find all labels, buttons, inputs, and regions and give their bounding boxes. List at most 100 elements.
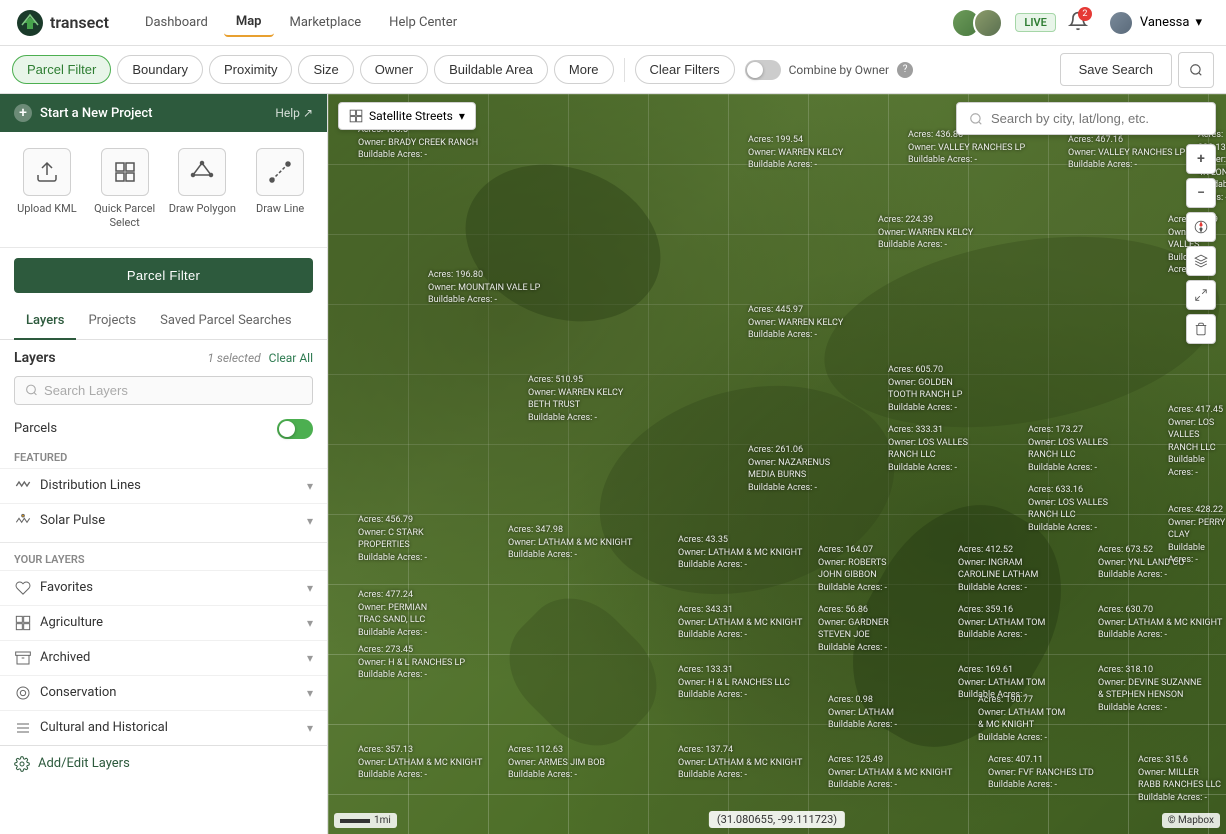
archived-label: Archived bbox=[40, 650, 90, 665]
layer-item-left: Distribution Lines bbox=[14, 477, 141, 495]
zoom-in-button[interactable]: + bbox=[1186, 144, 1216, 174]
draw-line-label: Draw Line bbox=[256, 202, 304, 216]
distribution-lines-icon bbox=[14, 477, 32, 495]
combine-by-owner-label: Combine by Owner bbox=[789, 63, 889, 77]
nav-dashboard[interactable]: Dashboard bbox=[133, 9, 220, 36]
upload-kml-icon bbox=[23, 148, 71, 196]
combine-by-owner-toggle[interactable] bbox=[745, 60, 781, 80]
map-background: Acres: 100.5Owner: BRADY CREEK RANCHBuil… bbox=[328, 94, 1226, 834]
live-badge: LIVE bbox=[1015, 13, 1055, 32]
help-button[interactable]: Help ↗ bbox=[275, 106, 313, 120]
zoom-out-button[interactable]: − bbox=[1186, 178, 1216, 208]
more-filter-button[interactable]: More bbox=[554, 55, 614, 84]
layer-item-left: Agriculture bbox=[14, 614, 103, 632]
add-edit-layers-button[interactable]: Add/Edit Layers bbox=[0, 745, 327, 782]
compass-button[interactable] bbox=[1186, 212, 1216, 242]
layers-button[interactable] bbox=[1186, 246, 1216, 276]
layers-search-box[interactable] bbox=[14, 376, 313, 405]
layer-item-distribution-lines[interactable]: Distribution Lines ▾ bbox=[0, 468, 327, 503]
layer-selector-label: Satellite Streets bbox=[369, 109, 453, 123]
tab-projects[interactable]: Projects bbox=[76, 303, 148, 340]
size-filter-button[interactable]: Size bbox=[298, 55, 353, 84]
draw-line-icon bbox=[256, 148, 304, 196]
map-area[interactable]: Acres: 100.5Owner: BRADY CREEK RANCHBuil… bbox=[328, 94, 1226, 834]
gear-icon bbox=[14, 756, 30, 772]
draw-polygon-label: Draw Polygon bbox=[169, 202, 236, 216]
nav-marketplace[interactable]: Marketplace bbox=[278, 9, 374, 36]
map-search-container bbox=[956, 102, 1216, 135]
layer-item-left: Cultural and Historical bbox=[14, 719, 168, 737]
nav-right: LIVE 2 Vanessa ▾ bbox=[951, 6, 1210, 40]
new-project-title: + Start a New Project bbox=[14, 104, 152, 122]
favorites-label: Favorites bbox=[40, 580, 93, 595]
filter-separator bbox=[624, 58, 625, 82]
layer-item-archived[interactable]: Archived ▾ bbox=[0, 640, 327, 675]
proximity-filter-button[interactable]: Proximity bbox=[209, 55, 292, 84]
user-name: Vanessa bbox=[1140, 15, 1190, 30]
layer-selector-chevron-icon: ▾ bbox=[459, 109, 465, 123]
quick-parcel-select-icon bbox=[101, 148, 149, 196]
boundary-filter-button[interactable]: Boundary bbox=[117, 55, 203, 84]
layers-header: Layers 1 selected Clear All bbox=[0, 340, 327, 372]
filter-bar: Parcel Filter Boundary Proximity Size Ow… bbox=[0, 46, 1226, 94]
buildable-area-filter-button[interactable]: Buildable Area bbox=[434, 55, 548, 84]
save-search-button[interactable]: Save Search bbox=[1060, 53, 1172, 86]
layers-search-input[interactable] bbox=[44, 383, 302, 398]
agriculture-icon bbox=[14, 614, 32, 632]
upload-kml-item[interactable]: Upload KML bbox=[11, 148, 83, 231]
nav-links: Dashboard Map Marketplace Help Center bbox=[133, 8, 469, 37]
layer-item-solar-pulse[interactable]: Solar Pulse ▾ bbox=[0, 503, 327, 538]
parcel-filter-button[interactable]: Parcel Filter bbox=[12, 55, 111, 84]
parcels-label: Parcels bbox=[14, 421, 57, 436]
map-right-controls: + − bbox=[1186, 144, 1216, 344]
transect-logo-icon bbox=[16, 9, 44, 37]
layer-item-left: Conservation bbox=[14, 684, 116, 702]
featured-section-label: Featured bbox=[0, 445, 327, 468]
archived-icon bbox=[14, 649, 32, 667]
map-search-box[interactable] bbox=[956, 102, 1216, 135]
distribution-lines-label: Distribution Lines bbox=[40, 478, 141, 493]
layers-title: Layers bbox=[14, 350, 56, 366]
scale-bar bbox=[340, 819, 370, 823]
scale-label: 1mi bbox=[374, 815, 391, 826]
bell-button[interactable]: 2 bbox=[1068, 11, 1088, 35]
fullscreen-button[interactable] bbox=[1186, 280, 1216, 310]
trash-button[interactable] bbox=[1186, 314, 1216, 344]
draw-line-item[interactable]: Draw Line bbox=[244, 148, 316, 231]
filter-search-icon-button[interactable] bbox=[1178, 52, 1214, 88]
parcel-filter-main-button[interactable]: Parcel Filter bbox=[14, 258, 313, 293]
layer-item-favorites[interactable]: Favorites ▾ bbox=[0, 570, 327, 605]
layer-item-agriculture[interactable]: Agriculture ▾ bbox=[0, 605, 327, 640]
draw-polygon-item[interactable]: Draw Polygon bbox=[166, 148, 238, 231]
layer-selector[interactable]: Satellite Streets ▾ bbox=[338, 102, 476, 130]
quick-parcel-select-item[interactable]: Quick Parcel Select bbox=[89, 148, 161, 231]
solar-pulse-label: Solar Pulse bbox=[40, 513, 105, 528]
draw-polygon-icon bbox=[178, 148, 226, 196]
avatar-group[interactable] bbox=[951, 8, 1003, 38]
layers-search-icon bbox=[25, 383, 38, 397]
nav-map[interactable]: Map bbox=[224, 8, 274, 37]
distribution-lines-chevron-icon: ▾ bbox=[307, 479, 313, 493]
nav-help-center[interactable]: Help Center bbox=[377, 9, 469, 36]
logo[interactable]: transect bbox=[16, 9, 109, 37]
tab-layers[interactable]: Layers bbox=[14, 303, 76, 340]
user-chevron-icon: ▾ bbox=[1195, 15, 1202, 30]
clear-filters-button[interactable]: Clear Filters bbox=[635, 55, 735, 84]
combine-help-icon[interactable]: ? bbox=[897, 62, 913, 78]
your-layers-section-label: Your Layers bbox=[0, 547, 327, 570]
user-menu-button[interactable]: Vanessa ▾ bbox=[1100, 6, 1210, 40]
parcels-toggle[interactable] bbox=[277, 419, 313, 439]
layer-item-conservation[interactable]: Conservation ▾ bbox=[0, 675, 327, 710]
clear-all-button[interactable]: Clear All bbox=[269, 351, 313, 365]
avatar-2 bbox=[973, 8, 1003, 38]
external-link-icon: ↗ bbox=[303, 106, 313, 120]
tab-saved-parcel-searches[interactable]: Saved Parcel Searches bbox=[148, 303, 303, 340]
owner-filter-button[interactable]: Owner bbox=[360, 55, 428, 84]
agriculture-chevron-icon: ▾ bbox=[307, 616, 313, 630]
section-divider bbox=[0, 542, 327, 543]
cultural-historical-label: Cultural and Historical bbox=[40, 720, 168, 735]
solar-pulse-chevron-icon: ▾ bbox=[307, 514, 313, 528]
layer-item-cultural-historical[interactable]: Cultural and Historical ▾ bbox=[0, 710, 327, 745]
map-search-input[interactable] bbox=[991, 111, 1191, 126]
archived-chevron-icon: ▾ bbox=[307, 651, 313, 665]
